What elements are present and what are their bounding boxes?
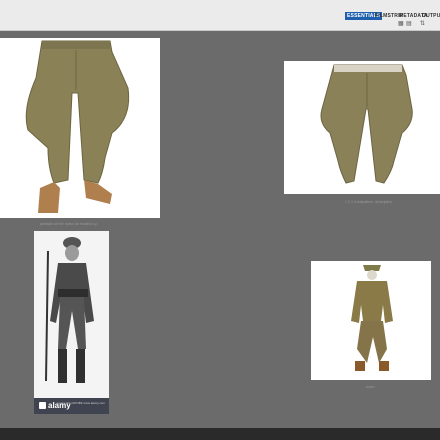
alamy-logo-icon xyxy=(39,402,46,409)
alamy-watermark-bar: alamy Image ID: C0X4BK www.alamy.com xyxy=(34,398,109,414)
list-view-icon[interactable]: ▤ xyxy=(406,21,412,27)
image-card-breeches-front[interactable] xyxy=(0,38,160,218)
workspace-tab-output[interactable]: OUTPUT xyxy=(420,12,440,20)
status-bar xyxy=(0,428,440,440)
breeches-back-image xyxy=(320,64,413,184)
caption-breeches-back: 1 2 3 4 antipattern. description xyxy=(345,200,393,204)
breeches-front-image xyxy=(25,40,130,213)
soldier-photo-image xyxy=(34,231,109,398)
grid-view-icon[interactable]: ▦ xyxy=(398,21,404,27)
top-toolbar: ESSENTIALS FILMSTRIP METADATA OUTPUT ▦ ▤… xyxy=(0,0,440,31)
image-card-breeches-back[interactable] xyxy=(284,61,440,194)
uniform-mannequin-image xyxy=(351,265,393,371)
sort-icon[interactable]: ⇅ xyxy=(420,21,426,27)
image-card-uniform-mannequin[interactable] xyxy=(311,261,431,380)
content-canvas: pantalón de fiel nuevo de modelo u.p 1 2… xyxy=(0,31,440,428)
caption-uniform-mannequin: bosm xyxy=(366,385,375,389)
stock-image-id: Image ID: C0X4BK www.alamy.com xyxy=(57,401,105,405)
image-card-soldier-photo[interactable]: alamy Image ID: C0X4BK www.alamy.com xyxy=(34,231,109,414)
caption-breeches-front: pantalón de fiel nuevo de modelo u.p xyxy=(40,222,98,226)
